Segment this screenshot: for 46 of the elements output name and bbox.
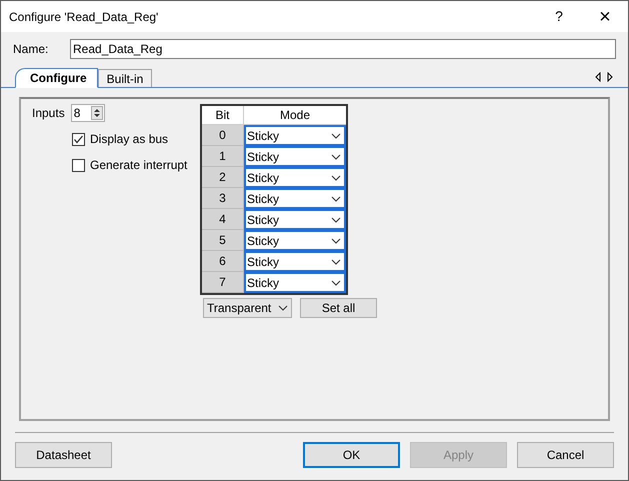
checkbox[interactable] <box>72 158 85 172</box>
bit-cell: 6 <box>202 251 244 272</box>
column-header: Bit <box>202 106 244 124</box>
inputs-label: Inputs <box>32 105 65 122</box>
bit-cell: 5 <box>202 230 244 251</box>
dialog-button[interactable]: Cancel <box>517 442 614 468</box>
mode-dropdown[interactable]: Sticky <box>244 188 346 209</box>
bit-cell: 0 <box>202 125 244 146</box>
mode-dropdown[interactable]: Sticky <box>244 230 346 251</box>
mode-dropdown[interactable]: Sticky <box>244 146 346 167</box>
mode-dropdown[interactable]: Sticky <box>244 209 346 230</box>
bit-cell: 4 <box>202 209 244 230</box>
scroll-arrows-icon[interactable] <box>594 72 614 82</box>
column-header: Mode <box>278 107 312 124</box>
mode-dropdown[interactable]: Sticky <box>244 251 346 272</box>
bit-cell: 2 <box>202 167 244 188</box>
caret-icon <box>331 174 341 180</box>
caret-icon <box>331 196 341 202</box>
tab[interactable]: Configure <box>15 68 98 88</box>
dialog-button[interactable]: Datasheet <box>15 442 112 468</box>
help-button[interactable]: ? <box>536 6 582 27</box>
bit-cell: 7 <box>202 272 244 293</box>
caret-icon <box>331 280 341 286</box>
dialog-button[interactable]: OK <box>303 442 400 468</box>
name-label: Name: <box>13 41 50 58</box>
caret-icon <box>331 258 341 264</box>
mode-dropdown[interactable]: Transparent <box>203 298 292 318</box>
set-all-button[interactable]: Set all <box>300 298 377 318</box>
mode-dropdown[interactable]: Sticky <box>244 167 346 188</box>
caret-icon <box>331 238 341 244</box>
mode-dropdown[interactable]: Sticky <box>244 272 346 293</box>
checkbox-label: Generate interrupt <box>90 157 188 174</box>
checkbox[interactable] <box>72 132 85 146</box>
bit-cell: 1 <box>202 146 244 167</box>
mode-dropdown[interactable]: Sticky <box>244 125 346 146</box>
checkbox-label: Display as bus <box>90 131 168 148</box>
inputs-spinner[interactable]: 8 <box>70 104 105 122</box>
name-field[interactable]: Read_Data_Reg <box>70 39 616 59</box>
tab[interactable]: Built-in <box>98 69 152 87</box>
bit-cell: 3 <box>202 188 244 209</box>
caret-icon <box>331 154 341 160</box>
window-title: Configure 'Read_Data_Reg' <box>9 8 160 26</box>
caret-icon <box>331 132 341 138</box>
caret-icon <box>331 216 341 222</box>
close-button[interactable]: × <box>582 6 628 26</box>
caret-icon <box>278 305 288 311</box>
